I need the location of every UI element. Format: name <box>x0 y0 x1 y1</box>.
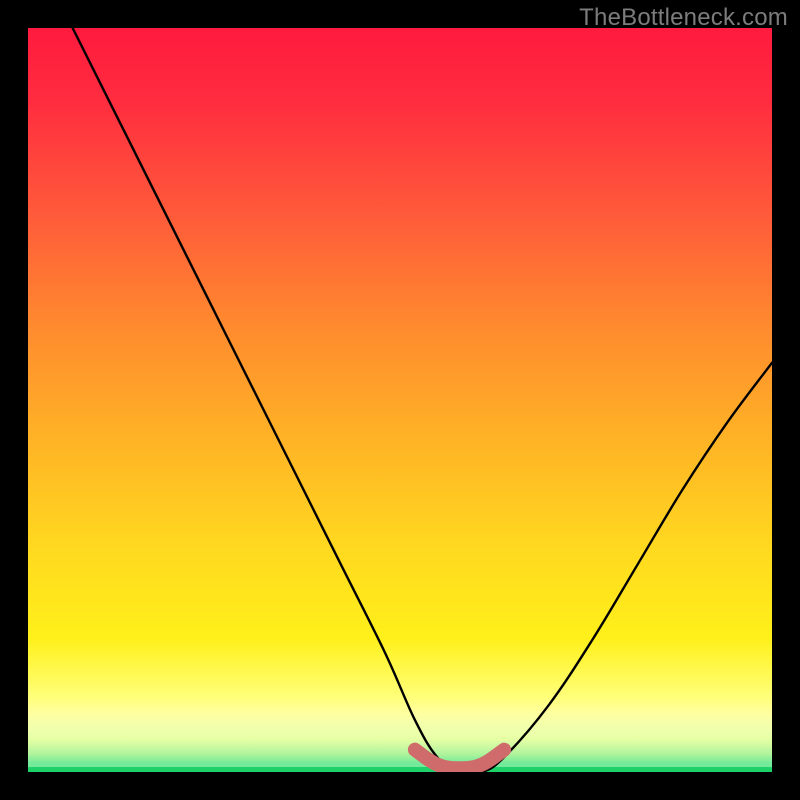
chart-frame: TheBottleneck.com <box>0 0 800 800</box>
bottleneck-curve-path <box>73 28 772 772</box>
plot-area <box>28 28 772 772</box>
curve-layer <box>28 28 772 772</box>
optimal-range-marker-path <box>415 750 504 769</box>
